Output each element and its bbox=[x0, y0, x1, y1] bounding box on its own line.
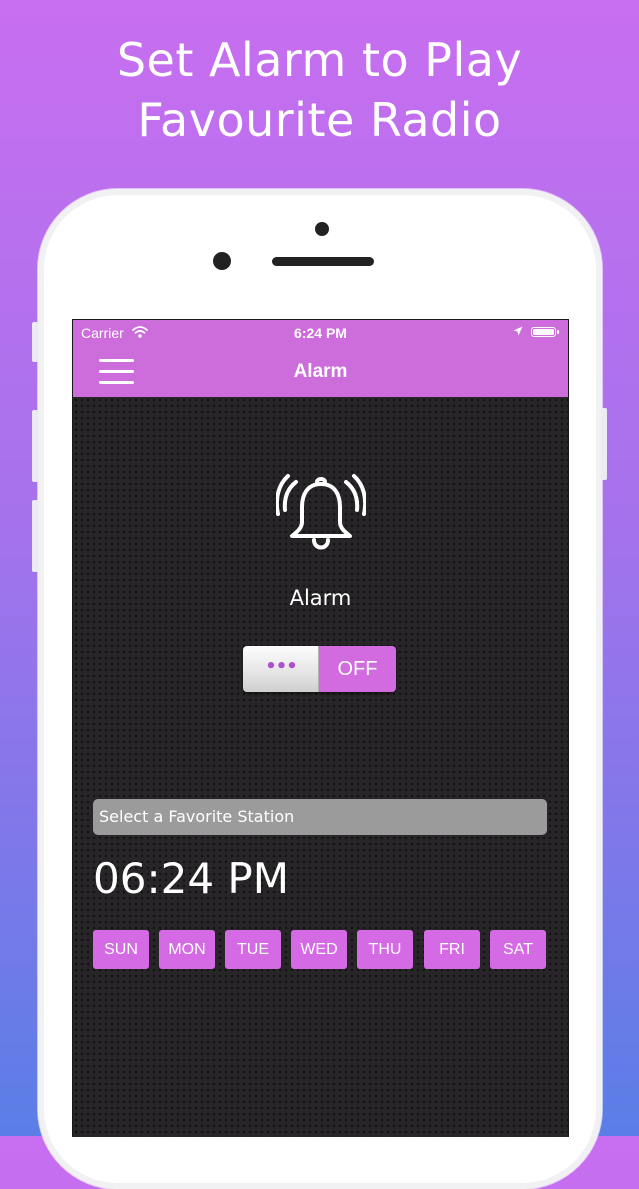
day-button-sun[interactable]: SUN bbox=[93, 930, 149, 969]
day-button-fri[interactable]: FRI bbox=[424, 930, 480, 969]
phone-side-button bbox=[32, 322, 38, 362]
day-button-thu[interactable]: THU bbox=[357, 930, 413, 969]
status-bar: Carrier 6:24 PM bbox=[73, 320, 568, 348]
toggle-off-label: OFF bbox=[319, 646, 396, 692]
phone-volume-up-button bbox=[32, 410, 38, 482]
location-arrow-icon bbox=[513, 326, 523, 336]
phone-volume-down-button bbox=[32, 500, 38, 572]
front-camera bbox=[315, 222, 329, 236]
day-button-tue[interactable]: TUE bbox=[225, 930, 281, 969]
day-button-wed[interactable]: WED bbox=[291, 930, 347, 969]
alarm-label: Alarm bbox=[289, 586, 352, 610]
earpiece-speaker bbox=[272, 257, 374, 266]
promo-headline: Set Alarm to Play Favourite Radio bbox=[0, 30, 639, 150]
battery-icon bbox=[531, 327, 559, 337]
status-time: 6:24 PM bbox=[294, 325, 347, 341]
day-button-mon[interactable]: MON bbox=[159, 930, 215, 969]
app-screen: Carrier 6:24 PM Alarm Alarm ••• OFF Sele… bbox=[72, 319, 569, 1137]
day-selector: SUN MON TUE WED THU FRI SAT bbox=[93, 930, 553, 970]
alarm-time-display[interactable]: 06:24 PM bbox=[93, 854, 289, 903]
station-select[interactable]: Select a Favorite Station bbox=[93, 799, 547, 835]
promo-line-2: Favourite Radio bbox=[137, 93, 502, 147]
nav-bar: Alarm bbox=[73, 348, 568, 397]
promo-line-1: Set Alarm to Play bbox=[116, 33, 523, 87]
station-select-label: Select a Favorite Station bbox=[99, 807, 295, 826]
ringing-bell-icon bbox=[276, 474, 366, 550]
day-button-sat[interactable]: SAT bbox=[490, 930, 546, 969]
alarm-toggle[interactable]: ••• OFF bbox=[243, 646, 396, 692]
toggle-knob[interactable]: ••• bbox=[243, 646, 319, 692]
phone-power-button bbox=[601, 408, 607, 480]
proximity-sensor bbox=[213, 252, 231, 270]
nav-title: Alarm bbox=[293, 361, 348, 382]
knob-dots: ••• bbox=[265, 656, 298, 677]
